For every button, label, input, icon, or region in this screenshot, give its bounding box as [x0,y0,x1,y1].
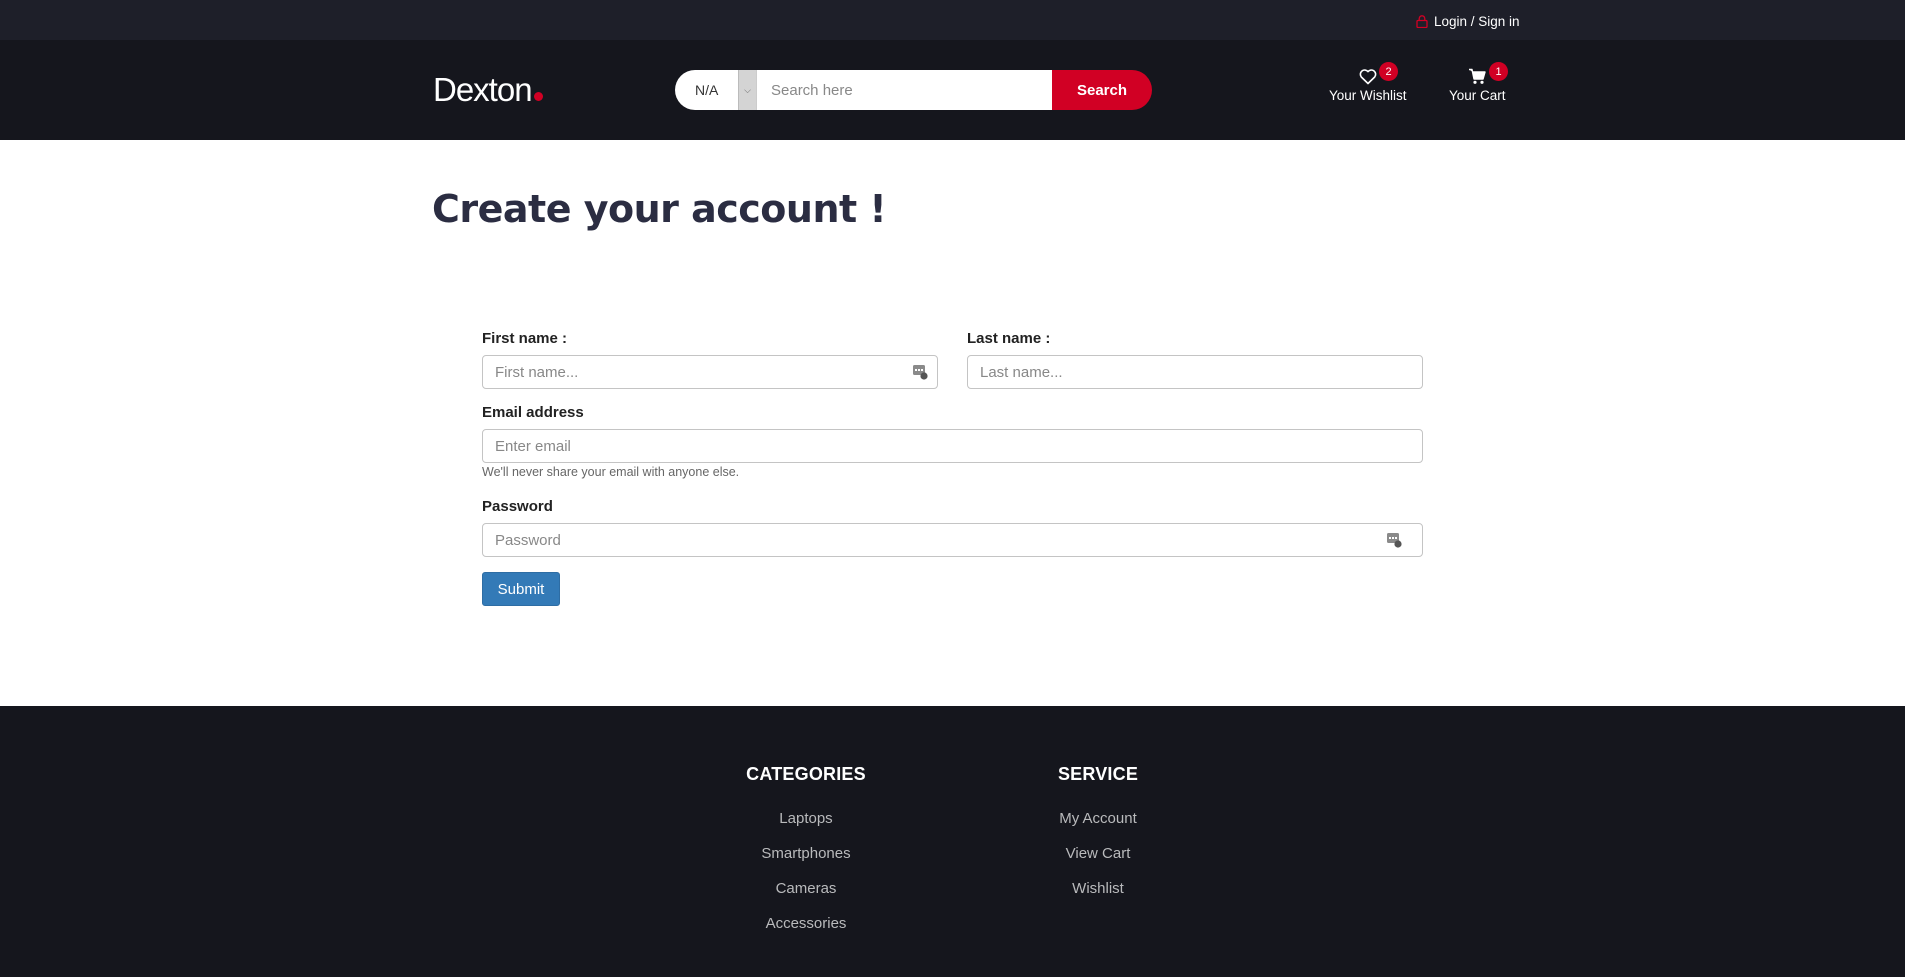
first-name-label: First name : [482,330,568,347]
password-input[interactable] [482,523,1423,557]
footer-categories: CATEGORIES Laptops Smartphones Cameras A… [706,764,906,950]
search-bar: N/A ⌵ Search [675,70,1152,110]
logo-text: Dexton [433,71,533,108]
search-category-value: N/A [695,82,719,98]
wishlist-count-badge: 2 [1379,62,1398,81]
logo-dot [533,92,543,101]
last-name-input[interactable] [967,355,1423,389]
email-input[interactable] [482,429,1423,463]
login-link[interactable]: Login / Sign in [1416,11,1520,31]
email-help-text: We'll never share your email with anyone… [482,465,740,479]
footer-service-title: SERVICE [1057,764,1139,784]
heart-icon [1359,69,1377,85]
footer-categories-title: CATEGORIES [746,764,866,784]
logo[interactable]: Dexton [433,73,543,106]
cart-label: Your Cart [1449,88,1506,103]
footer-service: SERVICE My Account View Cart Wishlist [998,764,1198,915]
footer-link-smartphones[interactable]: Smartphones [706,845,906,880]
page-title: Create your account ! [432,187,887,231]
footer-link-view-cart[interactable]: View Cart [998,845,1198,880]
login-label: Login / Sign in [1434,13,1520,29]
submit-button[interactable]: Submit [482,572,560,606]
password-label: Password [482,498,553,515]
email-label: Email address [482,404,584,421]
footer-link-laptops[interactable]: Laptops [706,810,906,845]
autofill-key-icon[interactable] [912,364,928,380]
last-name-label: Last name : [967,330,1051,347]
footer-link-cameras[interactable]: Cameras [706,880,906,915]
footer-link-my-account[interactable]: My Account [998,810,1198,845]
first-name-input[interactable] [482,355,938,389]
cart-count-badge: 1 [1489,62,1508,81]
top-bar: Login / Sign in [0,0,1905,40]
footer-link-accessories[interactable]: Accessories [706,915,906,950]
wishlist-label: Your Wishlist [1329,88,1407,103]
search-button[interactable]: Search [1052,70,1152,110]
autofill-key-icon[interactable] [1386,532,1402,548]
lock-icon [1416,14,1428,28]
header: Dexton N/A ⌵ Search Your Wishlist 2 Your… [0,40,1905,140]
search-input[interactable] [757,70,1052,110]
footer: CATEGORIES Laptops Smartphones Cameras A… [0,706,1905,977]
cart-link[interactable]: Your Cart 1 [1449,62,1508,103]
cart-icon [1469,68,1486,84]
search-category-select[interactable]: N/A ⌵ [675,70,757,110]
wishlist-link[interactable]: Your Wishlist 2 [1329,62,1407,103]
footer-link-wishlist[interactable]: Wishlist [998,880,1198,915]
chevron-down-icon[interactable]: ⌵ [738,70,756,110]
